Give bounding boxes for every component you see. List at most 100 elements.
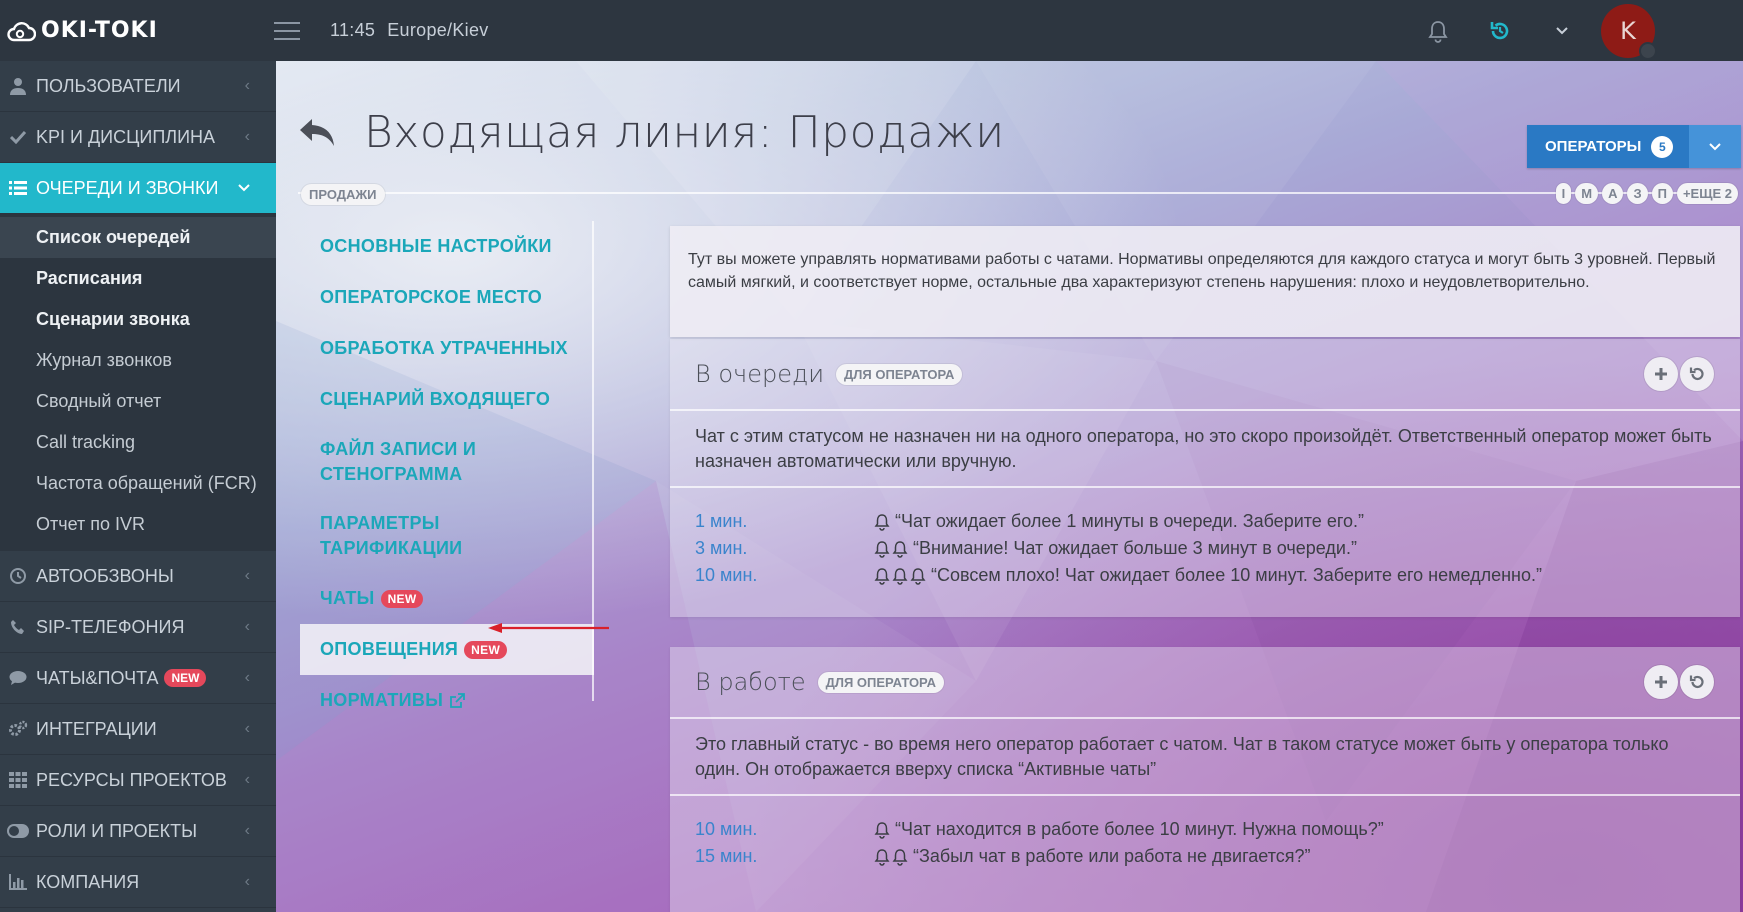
cloud-logo-icon <box>7 21 36 41</box>
tab-standards[interactable]: НОРМАТИВЫ <box>300 675 594 726</box>
sidebar-subitem-schedules[interactable]: Расписания <box>0 258 276 299</box>
sidebar-item-label: SIP-ТЕЛЕФОНИЯ <box>36 616 185 637</box>
tab-incoming-scenario[interactable]: СЦЕНАРИЙ ВХОДЯЩЕГО <box>300 374 594 425</box>
status-dot <box>1639 41 1657 60</box>
bell-icon <box>873 567 927 585</box>
sidebar-item-users[interactable]: ПОЛЬЗОВАТЕЛИ ‹ <box>0 61 276 112</box>
back-arrow-icon[interactable] <box>298 113 338 153</box>
sidebar-subitem-call-scenarios[interactable]: Сценарии звонка <box>0 299 276 340</box>
queue-pill[interactable]: A <box>1602 183 1624 204</box>
chevron-down-icon[interactable] <box>1531 0 1593 61</box>
page-title: Входящая линия: Продажи <box>364 107 1005 158</box>
tab-label: ОПЕРАТОРСКОЕ МЕСТО <box>320 287 543 307</box>
status-card-in-queue: В очереди ДЛЯ ОПЕРАТОРА Чат с этим стату… <box>670 339 1740 617</box>
reset-button[interactable] <box>1680 665 1714 699</box>
info-box: Тут вы можете управлять нормативами рабо… <box>670 226 1740 337</box>
sidebar-item-label: РЕСУРСЫ ПРОЕКТОВ <box>36 769 227 790</box>
sidebar-subitem-fcr[interactable]: Частота обращений (FCR) <box>0 463 276 504</box>
sidebar-subitem-call-log[interactable]: Журнал звонков <box>0 340 276 381</box>
rule-time[interactable]: 10 мин. <box>695 565 873 586</box>
chevron-left-icon: ‹ <box>244 822 250 839</box>
operators-dropdown-toggle[interactable] <box>1689 125 1742 168</box>
refresh-icon[interactable] <box>1469 0 1531 61</box>
tab-operator-workplace[interactable]: ОПЕРАТОРСКОЕ МЕСТО <box>300 272 594 323</box>
add-rule-button[interactable] <box>1644 665 1678 699</box>
rule-row[interactable]: 1 мин. “Чат ожидает более 1 минуты в оче… <box>695 508 1715 535</box>
card-description: Чат с этим статусом не назначен ни на од… <box>670 411 1740 488</box>
card-title: В очереди <box>695 360 825 388</box>
sidebar-item-label: КОМПАНИЯ <box>36 871 140 892</box>
add-rule-button[interactable] <box>1644 357 1678 391</box>
chevron-left-icon: ‹ <box>244 873 250 890</box>
clock-time: 11:45 <box>330 20 376 40</box>
card-tag: ДЛЯ ОПЕРАТОРА <box>836 363 963 385</box>
sidebar-subitem-queue-list[interactable]: Список очередей <box>0 217 276 258</box>
reset-button[interactable] <box>1680 357 1714 391</box>
rule-time[interactable]: 1 мин. <box>695 511 873 532</box>
tab-label: ПАРАМЕТРЫ ТАРИФИКАЦИИ <box>320 513 463 558</box>
tab-label: НОРМАТИВЫ <box>320 690 444 710</box>
menu-toggle-icon[interactable] <box>274 21 300 40</box>
operators-button[interactable]: ОПЕРАТОРЫ 5 <box>1527 125 1742 168</box>
queue-pill[interactable]: I <box>1555 183 1572 204</box>
tab-label: ЧАТЫ <box>320 588 375 608</box>
sidebar-item-integrations[interactable]: ИНТЕГРАЦИИ ‹ <box>0 704 276 755</box>
card-header: В очереди ДЛЯ ОПЕРАТОРА <box>670 339 1740 411</box>
sidebar-item-roles-projects[interactable]: РОЛИ И ПРОЕКТЫ ‹ <box>0 806 276 857</box>
tab-label: ФАЙЛ ЗАПИСИ И СТЕНОГРАММА <box>320 439 477 484</box>
rule-text: “Чат находится в работе более 10 минут. … <box>895 819 1384 839</box>
rule-text: “Чат ожидает более 1 минуты в очереди. З… <box>895 511 1365 531</box>
sidebar-item-label: ИНТЕГРАЦИИ <box>36 718 157 739</box>
tab-label: ОПОВЕЩЕНИЯ <box>320 639 459 659</box>
sidebar-item-chats-mail[interactable]: ЧАТЫ&ПОЧТА NEW ‹ <box>0 653 276 704</box>
plus-icon <box>1655 368 1667 380</box>
sidebar-subitem-call-tracking[interactable]: Call tracking <box>0 422 276 463</box>
sidebar-item-project-resources[interactable]: РЕСУРСЫ ПРОЕКТОВ ‹ <box>0 755 276 806</box>
sidebar-item-kpi[interactable]: KPI И ДИСЦИПЛИНА ‹ <box>0 112 276 163</box>
rule-time[interactable]: 10 мин. <box>695 819 873 840</box>
sidebar-subitem-summary-report[interactable]: Сводный отчет <box>0 381 276 422</box>
tab-billing-params[interactable]: ПАРАМЕТРЫ ТАРИФИКАЦИИ <box>300 499 594 573</box>
logo[interactable]: OKI-TOKI <box>0 0 276 61</box>
undo-icon <box>1689 367 1704 381</box>
rules-list: 10 мин. “Чат находится в работе более 10… <box>670 796 1740 890</box>
rule-row[interactable]: 10 мин. “Чат находится в работе более 10… <box>695 816 1715 843</box>
queue-pill[interactable]: П <box>1651 183 1673 204</box>
sidebar-item-label: ЧАТЫ&ПОЧТА <box>36 667 159 688</box>
sidebar-item-sip[interactable]: SIP-ТЕЛЕФОНИЯ ‹ <box>0 602 276 653</box>
rule-row[interactable]: 3 мин. “Внимание! Чат ожидает больше 3 м… <box>695 535 1715 562</box>
chevron-left-icon: ‹ <box>244 77 250 94</box>
tab-lost-processing[interactable]: ОБРАБОТКА УТРАЧЕННЫХ <box>300 323 594 374</box>
bell-icon[interactable] <box>1407 0 1469 61</box>
queue-pill[interactable]: M <box>1575 183 1599 204</box>
more-queues-pill[interactable]: +ЕЩЕ 2 <box>1676 183 1738 204</box>
avatar[interactable]: K <box>1601 3 1657 60</box>
card-description: Это главный статус - во время него опера… <box>670 719 1740 796</box>
breadcrumb[interactable]: ПРОДАЖИ <box>301 184 385 205</box>
tab-main-settings[interactable]: ОСНОВНЫЕ НАСТРОЙКИ <box>300 221 594 272</box>
tab-recording-transcript[interactable]: ФАЙЛ ЗАПИСИ И СТЕНОГРАММА <box>300 425 594 499</box>
sidebar-item-queues[interactable]: ОЧЕРЕДИ И ЗВОНКИ <box>0 163 276 214</box>
rule-text: “Забыл чат в работе или работа не двигае… <box>913 846 1311 866</box>
list-icon <box>0 180 36 196</box>
sidebar-submenu: Список очередей Расписания Сценарии звон… <box>0 214 276 551</box>
sidebar-item-autodial[interactable]: АВТООБЗВОНЫ ‹ <box>0 551 276 602</box>
avatar-letter: K <box>1620 16 1636 45</box>
clock: 11:45 Europe/Kiev <box>330 20 489 41</box>
rule-time[interactable]: 3 мин. <box>695 538 873 559</box>
sidebar-item-company[interactable]: КОМПАНИЯ ‹ <box>0 857 276 908</box>
chevron-left-icon: ‹ <box>244 618 250 635</box>
queue-pill[interactable]: З <box>1627 183 1648 204</box>
user-icon <box>0 77 36 95</box>
rule-row[interactable]: 15 мин. “Забыл чат в работе или работа н… <box>695 843 1715 870</box>
toggle-icon <box>0 824 36 838</box>
rule-row[interactable]: 10 мин. “Совсем плохо! Чат ожидает более… <box>695 562 1715 589</box>
operators-button-main[interactable]: ОПЕРАТОРЫ 5 <box>1527 125 1690 168</box>
undo-icon <box>1689 675 1704 689</box>
sidebar-subitem-ivr-report[interactable]: Отчет по IVR <box>0 504 276 545</box>
rule-text: “Внимание! Чат ожидает больше 3 минут в … <box>913 538 1357 558</box>
clock-icon <box>0 568 36 584</box>
tab-chats[interactable]: ЧАТЫ NEW <box>300 573 594 624</box>
rule-time[interactable]: 15 мин. <box>695 846 873 867</box>
card-header: В работе ДЛЯ ОПЕРАТОРА <box>670 647 1740 719</box>
